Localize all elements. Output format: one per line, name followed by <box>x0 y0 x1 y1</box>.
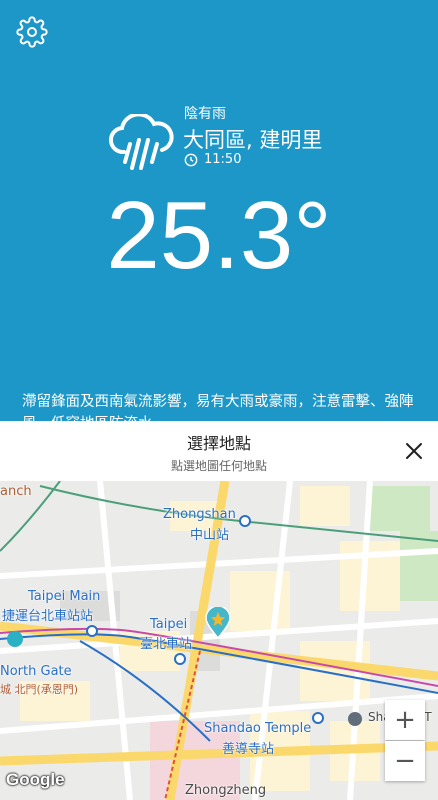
map-label-shandao-zh: 善導寺站 <box>222 742 275 757</box>
temperature: 25.3° <box>106 182 332 289</box>
location-name: 大同區, 建明里 <box>183 128 323 152</box>
zoom-out-button[interactable]: − <box>385 741 425 781</box>
map-label-zhongshan-en: Zhongshan <box>163 507 236 522</box>
google-logo: Google <box>6 770 65 789</box>
map-label-north-gate-en: North Gate <box>0 664 72 679</box>
zoom-in-button[interactable]: + <box>385 700 425 740</box>
cloud-rain-icon <box>109 114 174 170</box>
map-label-taipei-en: Taipei <box>150 617 188 632</box>
clock-icon <box>184 153 198 166</box>
gear-icon[interactable] <box>16 16 48 48</box>
map-label-taipei-main-en: Taipei Main <box>28 589 101 604</box>
star-marker-icon[interactable] <box>204 607 232 639</box>
map-label-shandao-en: Shandao Temple <box>204 721 312 736</box>
map-label-zhongshan-zh: 中山站 <box>190 528 230 543</box>
weather-description: 滯留鋒面及西南氣流影響，易有大雨或豪雨，注意雷擊、強陣風，低窪地區防淹水 <box>22 394 414 421</box>
map-label-taipei-zh: 臺北車站 <box>140 637 193 652</box>
close-icon[interactable] <box>402 439 426 463</box>
map-label-zhongzheng: Zhongzheng <box>185 783 267 798</box>
sheet-title: 選擇地點 <box>186 434 251 453</box>
map-view[interactable]: anch Zhongshan 中山站 Taipei Main 捷運台北車站站 T… <box>0 481 438 800</box>
map-label-branch: anch <box>0 484 32 499</box>
location-picker-sheet: 選擇地點 點選地圖任何地點 anch Zhongshan 中山站 Taipei … <box>0 421 438 800</box>
weather-panel: 陰有雨 大同區, 建明里 11:50 25.3° 滯留鋒面及西南氣流影響，易有大… <box>0 0 438 421</box>
map-label-taipei-main-zh: 捷運台北車站站 <box>2 609 94 624</box>
update-time: 11:50 <box>184 152 241 167</box>
map-label-north-gate-zh: 城 北門(承恩門) <box>0 683 79 696</box>
time-text: 11:50 <box>204 152 242 167</box>
weather-condition: 陰有雨 <box>184 106 226 122</box>
sheet-subtitle: 點選地圖任何地點 <box>170 459 267 473</box>
